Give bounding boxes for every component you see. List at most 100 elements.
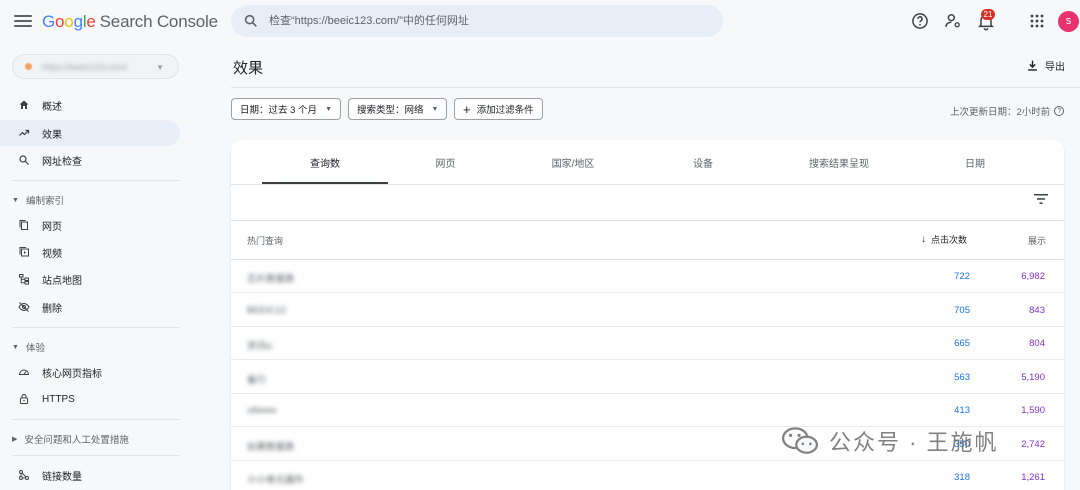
- sidebar-item-label: 效果: [42, 129, 62, 141]
- last-updated-text: 上次更新日期：2小时前: [950, 107, 1051, 118]
- section-title: 编制索引: [25, 196, 64, 207]
- tab-dates[interactable]: 日期: [915, 140, 1035, 184]
- search-icon: [244, 14, 257, 27]
- logo-letter: o: [55, 12, 65, 31]
- home-icon: [19, 100, 29, 109]
- query-cell: 芯片数据表: [247, 274, 295, 285]
- logo-letter: G: [42, 12, 56, 31]
- tab-countries[interactable]: 国家/地区: [503, 140, 643, 184]
- query-cell: 备行: [247, 375, 267, 386]
- watermark-text: 公众号 · 王施帆: [829, 430, 999, 455]
- sidebar-item-url-inspection[interactable]: 网址检查: [0, 147, 180, 173]
- clicks-cell: 705: [954, 305, 970, 316]
- date-filter-label: 日期：过去 3 个月: [240, 105, 318, 116]
- property-label: https://beeic123.com/: [42, 61, 128, 72]
- tab-search-appearance[interactable]: 搜索结果呈现: [763, 140, 915, 184]
- tab-devices[interactable]: 设备: [643, 140, 763, 184]
- video-icon: [19, 247, 29, 257]
- download-icon: [1028, 60, 1037, 71]
- property-selector[interactable]: https://beeic123.com/ ▼: [12, 54, 179, 79]
- clicks-cell: 722: [954, 271, 970, 282]
- sidebar-item-performance[interactable]: 效果: [0, 120, 180, 146]
- column-header-clicks[interactable]: ↓ 点击次数: [921, 233, 967, 246]
- add-filter-label: 添加过滤条件: [476, 105, 534, 116]
- sidebar-item-label: 网址检查: [42, 156, 82, 168]
- filter-rows-icon[interactable]: [1034, 193, 1048, 205]
- url-inspection-search[interactable]: [231, 5, 723, 37]
- export-button[interactable]: 导出: [1026, 58, 1065, 73]
- sidebar-divider: [12, 327, 180, 328]
- export-label: 导出: [1045, 62, 1065, 73]
- table-row[interactable]: 小小单元器件 318 1,261: [231, 461, 1064, 490]
- header-divider: [231, 87, 1080, 88]
- caret-down-icon: ▼: [431, 105, 439, 113]
- sidebar-divider: [12, 180, 180, 181]
- clicks-cell: 318: [954, 472, 970, 483]
- caret-down-icon: ▼: [12, 343, 19, 351]
- sidebar-item-videos[interactable]: 视频: [0, 239, 180, 265]
- lock-icon: [20, 394, 28, 404]
- sitemap-icon: [19, 274, 29, 285]
- app-logo[interactable]: Google Search Console: [42, 12, 218, 32]
- apps-grid-icon[interactable]: [1027, 11, 1047, 31]
- tab-pages[interactable]: 网页: [388, 140, 503, 184]
- logo-letter: e: [86, 12, 96, 31]
- main-menu-button[interactable]: [14, 12, 32, 32]
- last-updated: 上次更新日期：2小时前 ?: [950, 104, 1065, 118]
- sidebar-section-indexing[interactable]: ▼ 编制索引: [12, 193, 64, 207]
- sidebar-section-security[interactable]: ▶ 安全问题和人工处置措施: [12, 432, 129, 446]
- sidebar-item-label: HTTPS: [42, 393, 75, 405]
- notification-count-badge: 21: [981, 9, 995, 20]
- sidebar-item-label: 站点地图: [42, 275, 82, 287]
- sidebar-item-pages[interactable]: 网页: [0, 212, 180, 238]
- tab-queries[interactable]: 查询数: [262, 140, 388, 184]
- section-title: 安全问题和人工处置措施: [24, 435, 129, 446]
- sidebar-item-links[interactable]: 链接数量: [0, 462, 180, 488]
- query-cell: 资讯ic: [247, 341, 273, 352]
- arrow-down-icon: ↓: [921, 234, 926, 245]
- table-row[interactable]: 芯片数据表 722 6,982: [231, 260, 1064, 293]
- sidebar-item-removals[interactable]: 删除: [0, 294, 180, 320]
- query-cell: 如果数据表: [247, 442, 295, 453]
- caret-right-icon: ▶: [12, 436, 18, 443]
- date-filter-chip[interactable]: 日期：过去 3 个月 ▼: [231, 98, 341, 120]
- table-row[interactable]: 资讯ic 665 804: [231, 327, 1064, 360]
- sidebar-divider: [12, 419, 180, 420]
- query-cell: ulbeeic: [247, 405, 278, 416]
- user-settings-icon[interactable]: [943, 11, 963, 31]
- search-type-filter-chip[interactable]: 搜索类型：网络 ▼: [348, 98, 448, 120]
- sidebar-item-overview[interactable]: 概述: [0, 92, 180, 118]
- table-row[interactable]: ulbeeic 413 1,590: [231, 394, 1064, 427]
- property-favicon: [25, 63, 32, 70]
- toolbar-divider: [231, 220, 1064, 221]
- sidebar-section-experience[interactable]: ▼ 体验: [12, 340, 45, 354]
- links-icon: [19, 470, 29, 480]
- search-icon: [19, 155, 29, 165]
- top-app-bar: GoogleSearch Console 21 s: [0, 0, 1080, 44]
- column-header-impressions[interactable]: 展示: [1028, 234, 1046, 247]
- chevron-down-icon: ▼: [156, 63, 164, 72]
- query-cell: 小小单元器件: [247, 475, 305, 486]
- column-header-query[interactable]: 热门查询: [247, 234, 283, 247]
- sidebar-item-label: 概述: [42, 101, 62, 113]
- help-icon[interactable]: ?: [1054, 106, 1065, 116]
- caret-down-icon: ▼: [325, 105, 332, 113]
- sidebar-item-https[interactable]: HTTPS: [0, 386, 180, 412]
- impressions-cell: 6,982: [1021, 271, 1045, 282]
- pages-icon: [19, 220, 28, 230]
- sidebar-divider: [12, 455, 180, 456]
- impressions-cell: 5,190: [1021, 372, 1045, 383]
- sidebar-item-core-web-vitals[interactable]: 核心网页指标: [0, 359, 180, 385]
- table-row[interactable]: 备行 563 5,190: [231, 361, 1064, 394]
- table-row[interactable]: BEEIC12 705 843: [231, 294, 1064, 327]
- tabs-divider: [231, 184, 1064, 185]
- help-icon[interactable]: [910, 11, 930, 31]
- clicks-cell: 563: [954, 372, 970, 383]
- search-input[interactable]: [269, 5, 709, 37]
- section-title: 体验: [25, 343, 45, 354]
- add-filter-button[interactable]: + 添加过滤条件: [454, 98, 543, 120]
- sidebar-item-sitemaps[interactable]: 站点地图: [0, 266, 180, 292]
- sidebar-item-label: 核心网页指标: [42, 368, 102, 380]
- avatar[interactable]: s: [1058, 11, 1079, 32]
- impressions-cell: 1,590: [1021, 405, 1045, 416]
